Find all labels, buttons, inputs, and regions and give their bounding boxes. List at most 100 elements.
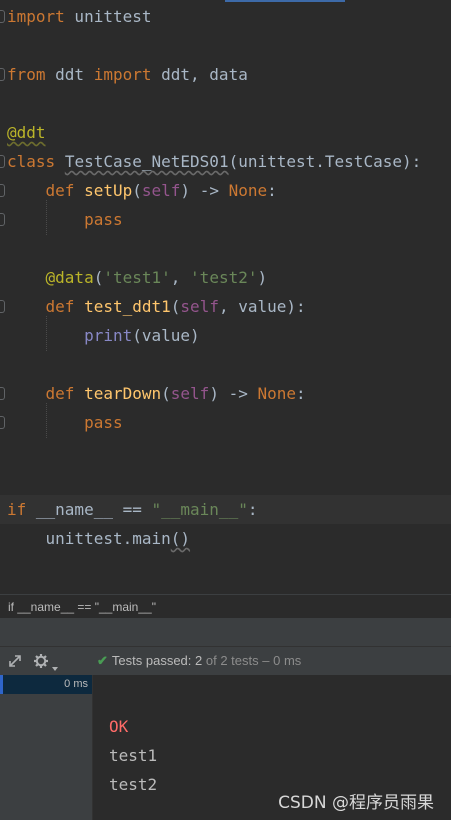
- code-line[interactable]: [0, 31, 451, 60]
- code-text: def tearDown(self) -> None:: [7, 379, 306, 408]
- code-token: setUp: [84, 181, 133, 200]
- gear-icon[interactable]: [33, 653, 49, 669]
- code-line[interactable]: import unittest: [0, 2, 451, 31]
- fold-icon[interactable]: [0, 68, 5, 81]
- panel-header: [0, 618, 451, 646]
- code-token: import: [7, 7, 65, 26]
- code-token: print: [84, 326, 133, 345]
- code-token: pass: [84, 413, 123, 432]
- code-text: print(value): [7, 321, 200, 350]
- code-token: None: [257, 384, 297, 403]
- code-token: (value): [132, 326, 200, 345]
- breadcrumb[interactable]: if __name__ == "__main__": [0, 594, 451, 618]
- dropdown-arrow-icon[interactable]: [52, 666, 58, 672]
- code-token: (: [132, 181, 142, 200]
- code-token: :: [247, 500, 258, 519]
- code-token: __name__ ==: [26, 500, 152, 519]
- code-text: unittest.main(): [7, 524, 191, 553]
- fold-icon[interactable]: [0, 387, 5, 400]
- code-token: (unittest.TestCase):: [228, 152, 422, 171]
- code-text: import unittest: [7, 2, 152, 31]
- code-token: @ddt: [7, 123, 46, 142]
- code-line[interactable]: print(value): [0, 321, 451, 350]
- code-token: self: [180, 297, 219, 316]
- code-line[interactable]: def test_ddt1(self, value):: [0, 292, 451, 321]
- console-line: test2: [109, 775, 158, 794]
- code-token: import: [93, 65, 152, 84]
- code-token: ): [257, 268, 268, 287]
- fold-icon[interactable]: [0, 10, 5, 23]
- code-token: def: [45, 384, 75, 403]
- code-text: pass: [7, 205, 123, 234]
- code-token: (: [170, 297, 181, 316]
- code-token: class: [7, 152, 56, 171]
- code-text: @ddt: [7, 118, 46, 147]
- code-token: :: [267, 181, 277, 200]
- fold-icon[interactable]: [0, 155, 5, 168]
- test-time: 0 ms: [64, 678, 88, 690]
- test-tree-item[interactable]: 0 ms: [0, 675, 92, 694]
- console-line: test1: [109, 746, 158, 765]
- breadcrumb-item[interactable]: if __name__ == "__main__": [8, 600, 156, 614]
- code-text: from ddt import ddt, data: [7, 60, 248, 89]
- total-count: of 2 tests: [205, 653, 259, 668]
- code-token: ,: [170, 268, 191, 287]
- fold-icon[interactable]: [0, 213, 5, 226]
- code-token: def: [45, 181, 75, 200]
- indent-guide: [46, 316, 47, 351]
- console-line: OK: [109, 717, 129, 736]
- indent-guide: [46, 403, 47, 438]
- code-line[interactable]: @ddt: [0, 118, 451, 147]
- code-line[interactable]: [0, 89, 451, 118]
- code-token: :: [296, 384, 306, 403]
- code-token: (: [161, 384, 171, 403]
- code-line[interactable]: if __name__ == "__main__":: [0, 495, 451, 524]
- code-editor[interactable]: import unittest from ddt import ddt, data…: [0, 0, 451, 594]
- duration: – 0 ms: [262, 653, 302, 668]
- code-text: pass: [7, 408, 123, 437]
- indent-guide: [46, 200, 47, 235]
- expand-icon[interactable]: [7, 653, 23, 669]
- code-line[interactable]: [0, 350, 451, 379]
- code-text: def test_ddt1(self, value):: [7, 292, 306, 321]
- code-token: pass: [84, 210, 123, 229]
- code-token: def: [45, 297, 75, 316]
- code-line[interactable]: class TestCase_NetEDS01(unittest.TestCas…: [0, 147, 451, 176]
- code-token: 'test2': [190, 268, 258, 287]
- code-token: @data: [45, 268, 94, 287]
- code-line[interactable]: def setUp(self) -> None:: [0, 176, 451, 205]
- code-line[interactable]: pass: [0, 408, 451, 437]
- code-line[interactable]: pass: [0, 205, 451, 234]
- code-text: @data('test1', 'test2'): [7, 263, 268, 292]
- code-line[interactable]: [0, 437, 451, 466]
- test-tree[interactable]: 0 ms: [0, 675, 93, 820]
- code-token: ddt: [45, 65, 94, 84]
- code-token: self: [170, 384, 210, 403]
- code-token: tearDown: [84, 384, 162, 403]
- code-token: unittest: [64, 7, 152, 26]
- fold-icon[interactable]: [0, 416, 5, 429]
- code-token: test_ddt1: [84, 297, 171, 316]
- test-status: ✔ Tests passed: 2 of 2 tests – 0 ms: [97, 647, 301, 675]
- code-line[interactable]: unittest.main(): [0, 524, 451, 553]
- code-token: self: [141, 181, 181, 200]
- fold-icon[interactable]: [0, 184, 5, 197]
- code-token: 'test1': [103, 268, 171, 287]
- code-line[interactable]: def tearDown(self) -> None:: [0, 379, 451, 408]
- code-token: unittest.main: [7, 529, 171, 548]
- code-line[interactable]: @data('test1', 'test2'): [0, 263, 451, 292]
- code-token: ) ->: [209, 384, 258, 403]
- code-line[interactable]: from ddt import ddt, data: [0, 60, 451, 89]
- code-token: (: [93, 268, 104, 287]
- code-text: if __name__ == "__main__":: [7, 495, 257, 524]
- code-line[interactable]: [0, 234, 451, 263]
- fold-icon[interactable]: [0, 300, 5, 313]
- code-line[interactable]: [0, 466, 451, 495]
